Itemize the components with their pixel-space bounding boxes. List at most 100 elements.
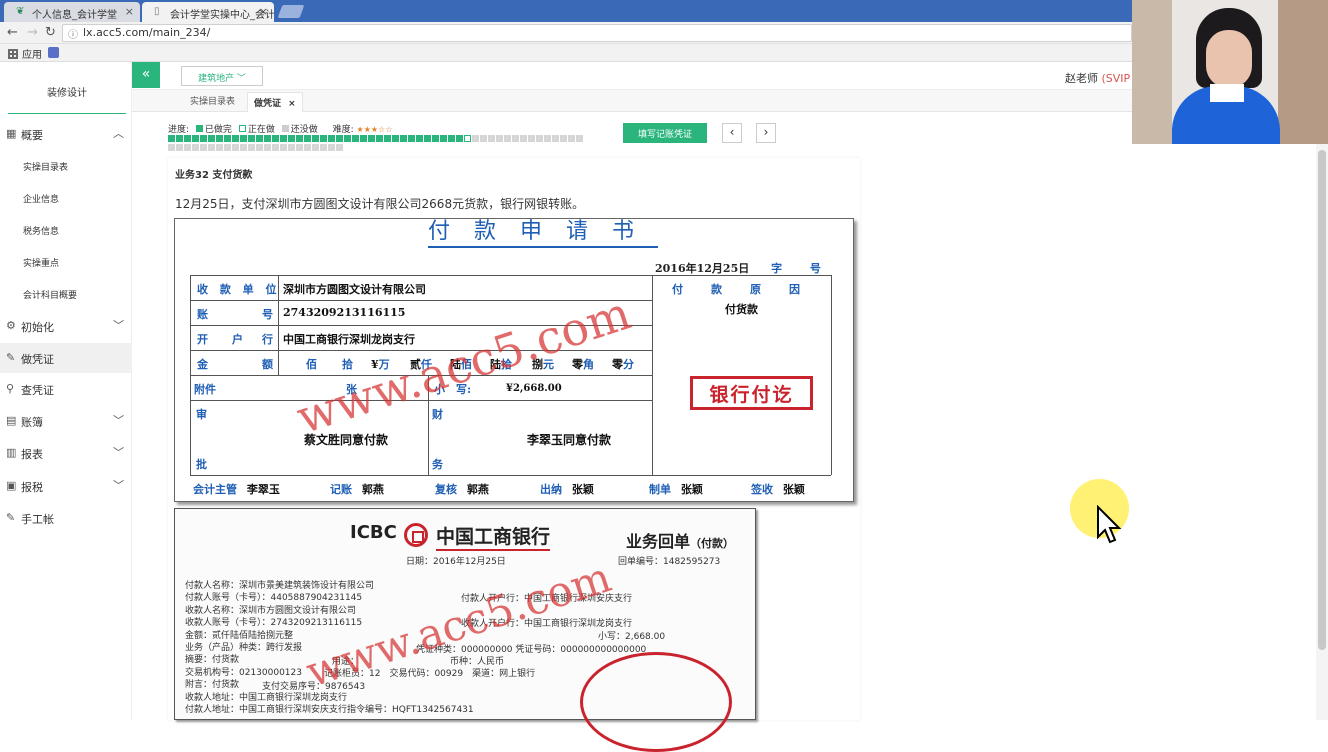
progress-cell[interactable] [456,135,463,142]
sidebar-item-manual-ledger[interactable]: ✎ 手工帐 [0,503,132,533]
reload-icon[interactable]: ↻ [45,25,56,40]
progress-cell[interactable] [304,144,311,151]
progress-cell[interactable] [240,144,247,151]
progress-cell[interactable] [568,135,575,142]
tab-make-voucher[interactable]: 做凭证 × [247,92,303,112]
progress-cell[interactable] [328,135,335,142]
progress-cell[interactable] [512,135,519,142]
browser-tab-personal[interactable]: ❦ 个人信息_会计学堂 × [4,2,140,22]
progress-cell[interactable] [352,135,359,142]
sidebar-item-search-voucher[interactable]: ⚲ 查凭证 [0,374,132,404]
progress-cell[interactable] [424,135,431,142]
progress-cell[interactable] [184,144,191,151]
industry-dropdown[interactable]: 建筑地产 ﹀ [181,66,263,86]
tab-catalog[interactable]: 实操目录表 [190,94,235,107]
progress-cell[interactable] [192,144,199,151]
scrollbar-thumb[interactable] [1318,150,1326,650]
progress-cell[interactable] [232,135,239,142]
progress-cell[interactable] [248,144,255,151]
forward-arrow-icon[interactable]: → [27,25,38,40]
progress-cell[interactable] [168,135,175,142]
next-button[interactable]: › [756,123,776,143]
progress-cell[interactable] [216,144,223,151]
progress-cell[interactable] [544,135,551,142]
progress-cell[interactable] [336,135,343,142]
progress-cell[interactable] [296,135,303,142]
progress-cell[interactable] [320,135,327,142]
progress-cell[interactable] [288,135,295,142]
progress-cell[interactable] [536,135,543,142]
progress-cell[interactable] [488,135,495,142]
progress-cell[interactable] [280,144,287,151]
progress-cell[interactable] [368,135,375,142]
progress-cell[interactable] [224,144,231,151]
progress-cell[interactable] [168,144,175,151]
browser-tab-practice[interactable]: ▯ 会计学堂实操中心_会计实... × [142,2,274,22]
progress-cell[interactable] [232,144,239,151]
progress-cell[interactable] [560,135,567,142]
progress-cell[interactable] [440,135,447,142]
progress-cell[interactable] [216,135,223,142]
progress-cell[interactable] [280,135,287,142]
progress-cell[interactable] [224,135,231,142]
progress-cell[interactable] [296,144,303,151]
progress-cell[interactable] [288,144,295,151]
progress-cell[interactable] [576,135,583,142]
sidebar-item-make-voucher[interactable]: ✎ 做凭证 [0,343,132,373]
progress-cell[interactable] [272,135,279,142]
progress-cell[interactable] [376,135,383,142]
sidebar-subitem-tax-info[interactable]: 税务信息 [23,224,59,237]
sidebar-subitem-catalog[interactable]: 实操目录表 [23,160,68,173]
new-tab-button[interactable] [277,5,305,18]
progress-cell[interactable] [400,135,407,142]
progress-cell[interactable] [240,135,247,142]
address-bar[interactable]: ⓘ lx.acc5.com/main_234/ [62,24,1132,42]
progress-cell[interactable] [432,135,439,142]
back-arrow-icon[interactable]: ← [7,25,18,40]
progress-cell[interactable] [448,135,455,142]
progress-cell[interactable] [344,135,351,142]
progress-cell[interactable] [328,144,335,151]
progress-cell[interactable] [208,135,215,142]
progress-cell[interactable] [496,135,503,142]
progress-cell[interactable] [256,135,263,142]
progress-cell[interactable] [264,135,271,142]
prev-button[interactable]: ‹ [722,123,742,143]
apps-bookmark[interactable]: 应用 [8,46,42,61]
progress-cell[interactable] [336,144,343,151]
sidebar-item-overview[interactable]: ▦ 概要 ︿ [0,119,132,149]
progress-cell[interactable] [200,144,207,151]
progress-cell[interactable] [360,135,367,142]
progress-cell[interactable] [392,135,399,142]
close-icon[interactable]: × [259,5,268,18]
progress-cell[interactable] [200,135,207,142]
progress-cell[interactable] [192,135,199,142]
sidebar-item-ledger[interactable]: ▤ 账簿 ﹀ [0,406,132,436]
sidebar-item-tax[interactable]: ▣ 报税 ﹀ [0,471,132,501]
fill-voucher-button[interactable]: 填写记账凭证 [623,123,707,143]
progress-cell[interactable] [312,144,319,151]
progress-cell[interactable] [472,135,479,142]
progress-cell[interactable] [272,144,279,151]
sidebar-subitem-company[interactable]: 企业信息 [23,192,59,205]
progress-cell[interactable] [176,135,183,142]
user-name[interactable]: 赵老师 (SVIP [1065,70,1130,86]
progress-cell[interactable] [248,135,255,142]
progress-cell[interactable] [480,135,487,142]
progress-cell[interactable] [304,135,311,142]
progress-cell[interactable] [504,135,511,142]
progress-cell[interactable] [528,135,535,142]
progress-cell[interactable] [384,135,391,142]
progress-cell[interactable] [184,135,191,142]
progress-cell[interactable] [176,144,183,151]
progress-cell[interactable] [312,135,319,142]
sidebar-subitem-key-points[interactable]: 实操重点 [23,256,59,269]
progress-cell[interactable] [408,135,415,142]
sidebar-item-reports[interactable]: ▥ 报表 ﹀ [0,438,132,468]
progress-cell[interactable] [264,144,271,151]
progress-cell[interactable] [464,135,471,142]
sidebar-subitem-accounts[interactable]: 会计科目概要 [23,288,77,301]
progress-cell[interactable] [320,144,327,151]
sidebar-item-init[interactable]: ⚙ 初始化 ﹀ [0,311,132,341]
progress-cell[interactable] [520,135,527,142]
